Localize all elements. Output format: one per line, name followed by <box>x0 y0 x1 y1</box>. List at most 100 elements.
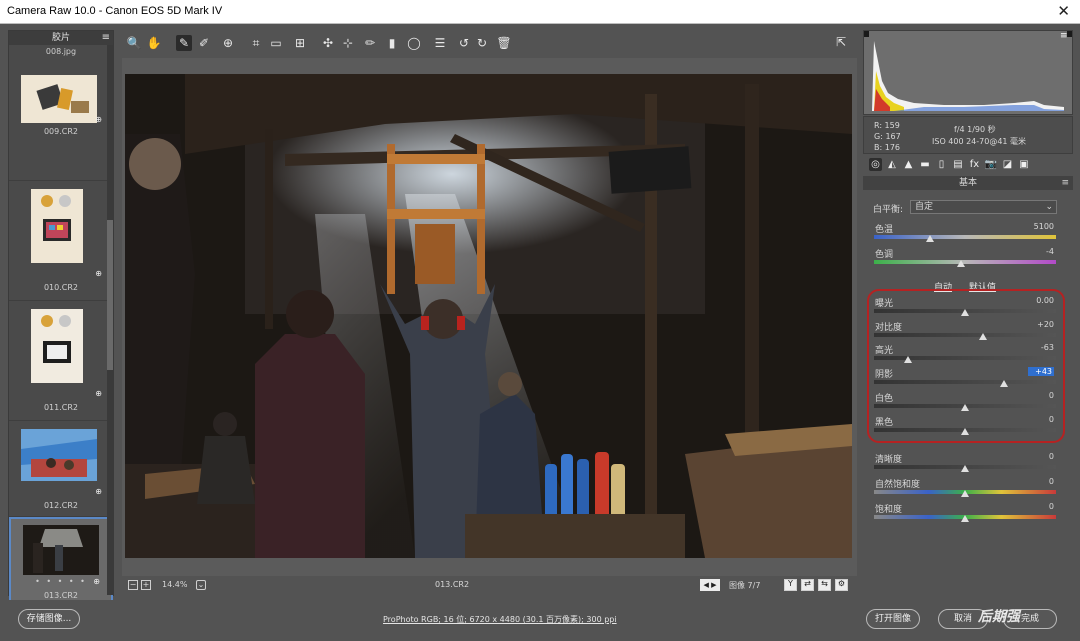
iso-lens: ISO 400 24-70@41 毫米 <box>932 137 1027 146</box>
highlight-annotation <box>867 289 1065 443</box>
slider-row: 色调 -4 <box>874 247 1056 271</box>
thumbnail-010[interactable]: 010.CR2 ⊕ <box>9 181 113 301</box>
filmstrip-title: 胶片 <box>51 33 70 43</box>
detail-tab-icon[interactable]: ▲ <box>902 158 915 171</box>
presets-list-icon[interactable]: ☰ <box>432 35 448 51</box>
slider-label: 饱和度 <box>875 505 903 515</box>
slider-row: 自然饱和度 0 <box>874 477 1056 501</box>
tool-bar: 🔍 ✋ ✎ ✐ ⊕ ⌗ ▭ ⊞ ✣ ⊹ ✏ ▮ ◯ ☰ ↺ ↻ 🗑 <box>122 33 857 55</box>
r-value: R: 159 <box>874 121 900 130</box>
chevron-down-icon: ⌄ <box>1045 202 1053 212</box>
workflow-options-link[interactable]: ProPhoto RGB; 16 位; 6720 x 4480 (30.1 百万… <box>383 614 617 625</box>
slider-label: 色温 <box>875 225 894 235</box>
compare-icon[interactable]: ⇄ <box>801 579 814 591</box>
slider-value-field[interactable]: -4 <box>1028 247 1054 256</box>
slider-handle[interactable] <box>961 465 969 472</box>
red-eye-icon[interactable]: ⊹ <box>340 35 356 51</box>
rotate-left-icon[interactable]: ↺ <box>456 35 472 51</box>
effects-tab-icon[interactable]: fx <box>968 158 981 171</box>
slider-value-field[interactable]: 5100 <box>1028 222 1054 231</box>
swap-icon[interactable]: ⇆ <box>818 579 831 591</box>
color-sampler-icon[interactable]: ✐ <box>196 35 212 51</box>
thumbnail-009[interactable]: 009.CR2 ⊕ <box>9 61 113 181</box>
slider-label: 自然饱和度 <box>875 480 921 490</box>
adjustment-brush-icon[interactable]: ✏ <box>362 35 378 51</box>
save-image-button[interactable]: 存储图像... <box>18 609 80 629</box>
lens-tab-icon[interactable]: ▤ <box>952 158 965 171</box>
slider-track[interactable] <box>874 235 1056 239</box>
histogram <box>863 30 1073 115</box>
slider-handle[interactable] <box>926 235 935 242</box>
slider-value-field[interactable]: 0 <box>1028 477 1054 486</box>
metadata-icon: ⊕ <box>95 389 102 398</box>
zoom-icon[interactable]: 🔍 <box>126 35 142 51</box>
hand-icon[interactable]: ✋ <box>146 35 162 51</box>
metadata-icon: ⊕ <box>95 487 102 496</box>
camera-raw-window: Camera Raw 10.0 - Canon EOS 5D Mark IV ✕… <box>0 0 1080 641</box>
trash-icon[interactable]: 🗑 <box>496 35 512 51</box>
image-nav-buttons[interactable]: ◀ ▶ <box>700 579 720 591</box>
rotate-right-icon[interactable]: ↻ <box>474 35 490 51</box>
thumbnail-image <box>31 189 83 263</box>
hsl-tab-icon[interactable]: ▬ <box>919 158 932 171</box>
metadata-icon: ⊕ <box>93 577 100 586</box>
current-filename: 013.CR2 <box>435 580 470 589</box>
slider-label: 色调 <box>875 250 894 260</box>
thumbnail-label: 011.CR2 <box>43 403 79 412</box>
snapshots-tab-icon[interactable]: ▣ <box>1018 158 1031 171</box>
filmstrip-scrollbar[interactable] <box>107 45 113 595</box>
open-image-button[interactable]: 打开图像 <box>866 609 920 629</box>
slider-handle[interactable] <box>957 260 966 267</box>
preview-area <box>122 58 857 576</box>
basic-tab-icon[interactable]: ◎ <box>869 158 882 171</box>
fullscreen-icon[interactable]: ⇱ <box>836 35 846 49</box>
preview-image[interactable] <box>125 74 852 558</box>
crop-icon[interactable]: ⌗ <box>248 35 264 51</box>
slider-row: 饱和度 0 <box>874 502 1056 526</box>
tone-curve-tab-icon[interactable]: ◭ <box>886 158 899 171</box>
zoom-dropdown-icon[interactable]: ⌄ <box>196 580 206 590</box>
before-after-icon[interactable]: Y <box>784 579 797 591</box>
preview-status-bar: − + 14.4% ⌄ 013.CR2 ◀ ▶ 图像 7/7 Y ⇄ ⇆ ⚙ <box>122 578 857 594</box>
zoom-level: 14.4% <box>162 580 188 589</box>
thumbnail-011[interactable]: 011.CR2 ⊕ <box>9 301 113 421</box>
target-adjust-icon[interactable]: ⊕ <box>220 35 236 51</box>
radial-filter-icon[interactable]: ◯ <box>406 35 422 51</box>
slider-value-field[interactable]: 0 <box>1028 502 1054 511</box>
panel-menu-icon[interactable]: ≡ <box>1061 176 1069 190</box>
scrollbar-thumb[interactable] <box>107 220 113 370</box>
slider-row: 色温 5100 <box>874 222 1056 246</box>
slider-handle[interactable] <box>961 515 969 522</box>
histogram-menu-icon[interactable]: ≡ <box>1060 31 1068 41</box>
graduated-filter-icon[interactable]: ▮ <box>384 35 400 51</box>
slider-handle[interactable] <box>961 490 969 497</box>
slider-value-field[interactable]: 0 <box>1028 452 1054 461</box>
thumbnail-label: 013.CR2 <box>43 591 79 600</box>
g-value: G: 167 <box>874 132 901 141</box>
filmstrip-menu-icon[interactable]: ≡ <box>102 31 110 45</box>
spot-removal-icon[interactable]: ✣ <box>320 35 336 51</box>
thumbnail-013-selected[interactable]: • • • • • 013.CR2 ⊕ <box>9 517 113 609</box>
thumbnail-label: 012.CR2 <box>43 501 79 510</box>
panel-title: 基本 <box>958 178 977 188</box>
white-balance-icon[interactable]: ✎ <box>176 35 192 51</box>
camera-calibration-tab-icon[interactable]: 📷 <box>985 158 998 171</box>
b-value: B: 176 <box>874 143 900 152</box>
preview-settings-icon[interactable]: ⚙ <box>835 579 848 591</box>
basic-panel-header: 基本 ≡ <box>863 176 1073 190</box>
close-icon[interactable]: ✕ <box>1057 2 1070 20</box>
thumbnail-image <box>21 429 97 481</box>
presets-tab-icon[interactable]: ◪ <box>1001 158 1014 171</box>
exposure-info: f/4 1/90 秒 ISO 400 24-70@41 毫米 <box>932 124 1026 148</box>
metadata-icon: ⊕ <box>95 115 102 124</box>
thumbnail-012[interactable]: 012.CR2 ⊕ <box>9 421 113 517</box>
split-toning-tab-icon[interactable]: ▯ <box>935 158 948 171</box>
filmstrip-panel: 胶片 ≡ 008.jpg 009.CR2 ⊕ 010.CR2 ⊕ 011.CR2… <box>8 30 114 609</box>
white-balance-select[interactable]: 自定 ⌄ <box>910 200 1057 214</box>
title-bar: Camera Raw 10.0 - Canon EOS 5D Mark IV ✕ <box>0 0 1080 24</box>
transform-icon[interactable]: ⊞ <box>292 35 308 51</box>
zoom-in-button[interactable]: + <box>141 580 151 590</box>
zoom-out-button[interactable]: − <box>128 580 138 590</box>
white-balance-label: 白平衡: <box>873 205 904 215</box>
straighten-icon[interactable]: ▭ <box>268 35 284 51</box>
